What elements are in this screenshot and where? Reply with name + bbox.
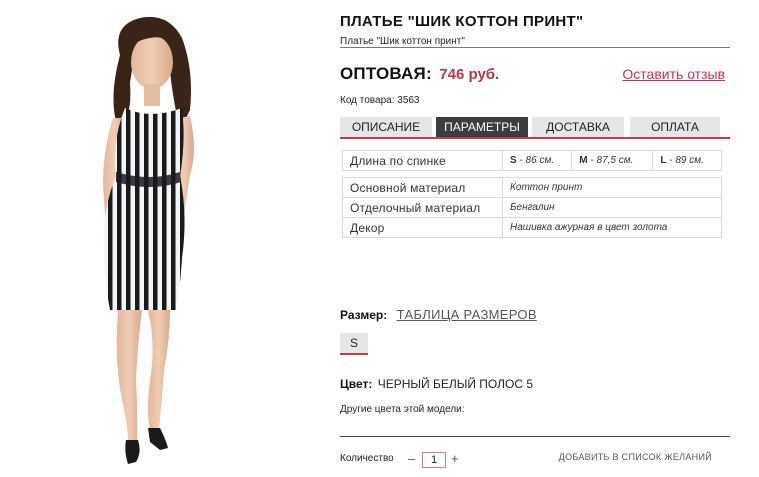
size-chart-link[interactable]: ТАБЛИЦА РАЗМЕРОВ [397,307,537,322]
material-value: Коттон принт [502,177,722,198]
tab-delivery[interactable]: ДОСТАВКА [532,117,624,137]
other-colors-label: Другие цвета этой модели: [340,404,465,415]
material-value: Бенгалин [502,197,722,218]
size-option-s[interactable]: S [340,333,368,355]
material-label: Основной материал [342,177,503,198]
table-row: Длина по спинке S - 86 см. M - 87,5 см. … [342,150,722,171]
size-code: S [510,155,517,166]
quantity-decrease-button[interactable]: – [408,451,415,466]
color-value: ЧЕРНЫЙ БЕЛЫЙ ПОЛОС 5 [377,377,534,391]
length-size-s: S - 86 см. [501,150,573,171]
size-row: Размер: ТАБЛИЦА РАЗМЕРОВ [340,306,537,324]
quantity-label: Количество [340,453,394,464]
tab-parameters[interactable]: ПАРАМЕТРЫ [436,117,528,137]
size-length: - 86 см. [516,155,555,166]
product-subtitle: Платье "Шик коттон принт" [340,36,465,47]
size-label: Размер: [340,308,388,322]
purchase-divider [340,436,730,437]
product-tabs: ОПИСАНИЕ ПАРАМЕТРЫ ДОСТАВКА ОПЛАТА [340,117,730,139]
material-label: Декор [342,217,503,238]
color-row: Цвет: ЧЕРНЫЙ БЕЛЫЙ ПОЛОС 5 [340,377,533,391]
table-row: Отделочный материал Бенгалин [342,197,722,218]
title-divider [340,47,730,48]
size-length: - 89 см. [666,155,704,166]
product-sku: Код товара: 3563 [340,95,420,106]
quantity-row: Количество – + ДОБАВИТЬ В СПИСОК ЖЕЛАНИЙ [340,451,730,471]
tab-description[interactable]: ОПИСАНИЕ [340,117,432,137]
quantity-input[interactable] [422,452,446,468]
table-row: Основной материал Коттон принт [342,177,722,198]
price-label: ОПТОВАЯ: [340,64,432,83]
price-value: 746 руб. [439,66,500,83]
price-row: ОПТОВАЯ: 746 руб. Оставить отзыв [340,64,730,86]
material-label: Отделочный материал [342,197,503,218]
length-table: Длина по спинке S - 86 см. M - 87,5 см. … [342,150,722,171]
add-to-wishlist-link[interactable]: ДОБАВИТЬ В СПИСОК ЖЕЛАНИЙ [559,452,712,462]
quantity-increase-button[interactable]: + [451,451,459,466]
tab-payment[interactable]: ОПЛАТА [630,117,720,137]
size-code: M [579,155,588,166]
leave-review-link[interactable]: Оставить отзыв [622,66,725,82]
length-label: Длина по спинке [342,150,503,171]
size-length: - 87,5 см. [587,155,634,166]
material-value: Нашивка ажурная в цвет золота [502,217,722,238]
length-size-l: L - 89 см. [652,150,722,171]
materials-table: Основной материал Коттон принт Отделочны… [342,177,722,238]
color-label: Цвет: [340,377,373,391]
product-photo [0,0,330,477]
table-row: Декор Нашивка ажурная в цвет золота [342,217,722,238]
length-size-m: M - 87,5 см. [571,150,654,171]
product-title: ПЛАТЬЕ "ШИК КОТТОН ПРИНТ" [340,13,584,30]
